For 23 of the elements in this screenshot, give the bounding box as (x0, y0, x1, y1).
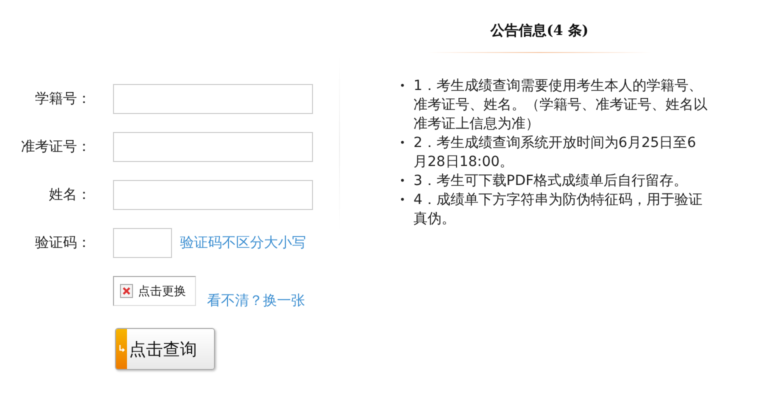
bullet: • (400, 80, 406, 94)
notice-item: 1．考生成绩查询需要使用考生本人的学籍号、准考证号、姓名。（学籍号、准考证号、姓名以准考证上信息为准） (414, 77, 709, 134)
captcha-image[interactable]: 点击更换 (113, 276, 196, 306)
captcha-hint: 验证码不区分大小写 (180, 234, 306, 252)
bullet: • (400, 175, 406, 189)
query-button[interactable]: 点击查询 (115, 328, 215, 370)
field-label: 姓名： (48, 186, 92, 204)
input-field[interactable] (113, 84, 313, 114)
broken-image-icon (120, 284, 133, 298)
notice-item: 2．考生成绩查询系统开放时间为6月25日至6月28日18:00。 (414, 134, 698, 172)
captcha-alt-text: 点击更换 (138, 282, 186, 300)
arrow-icon (118, 345, 124, 353)
field-label: 验证码： (34, 234, 92, 252)
notice-item: 3．考生可下载PDF格式成绩单后自行留存。 (414, 172, 689, 191)
notice-title: 公告信息(4 条) (489, 22, 590, 40)
input-field[interactable] (113, 180, 313, 210)
field-label: 学籍号： (34, 90, 92, 108)
field-label: 准考证号： (20, 138, 92, 156)
input-field[interactable] (113, 132, 313, 162)
bullet: • (400, 194, 406, 208)
notice-item: 4．成绩单下方字符串为防伪特征码，用于验证真伪。 (414, 191, 704, 229)
bullet: • (400, 137, 406, 151)
captcha-field[interactable] (113, 228, 172, 258)
